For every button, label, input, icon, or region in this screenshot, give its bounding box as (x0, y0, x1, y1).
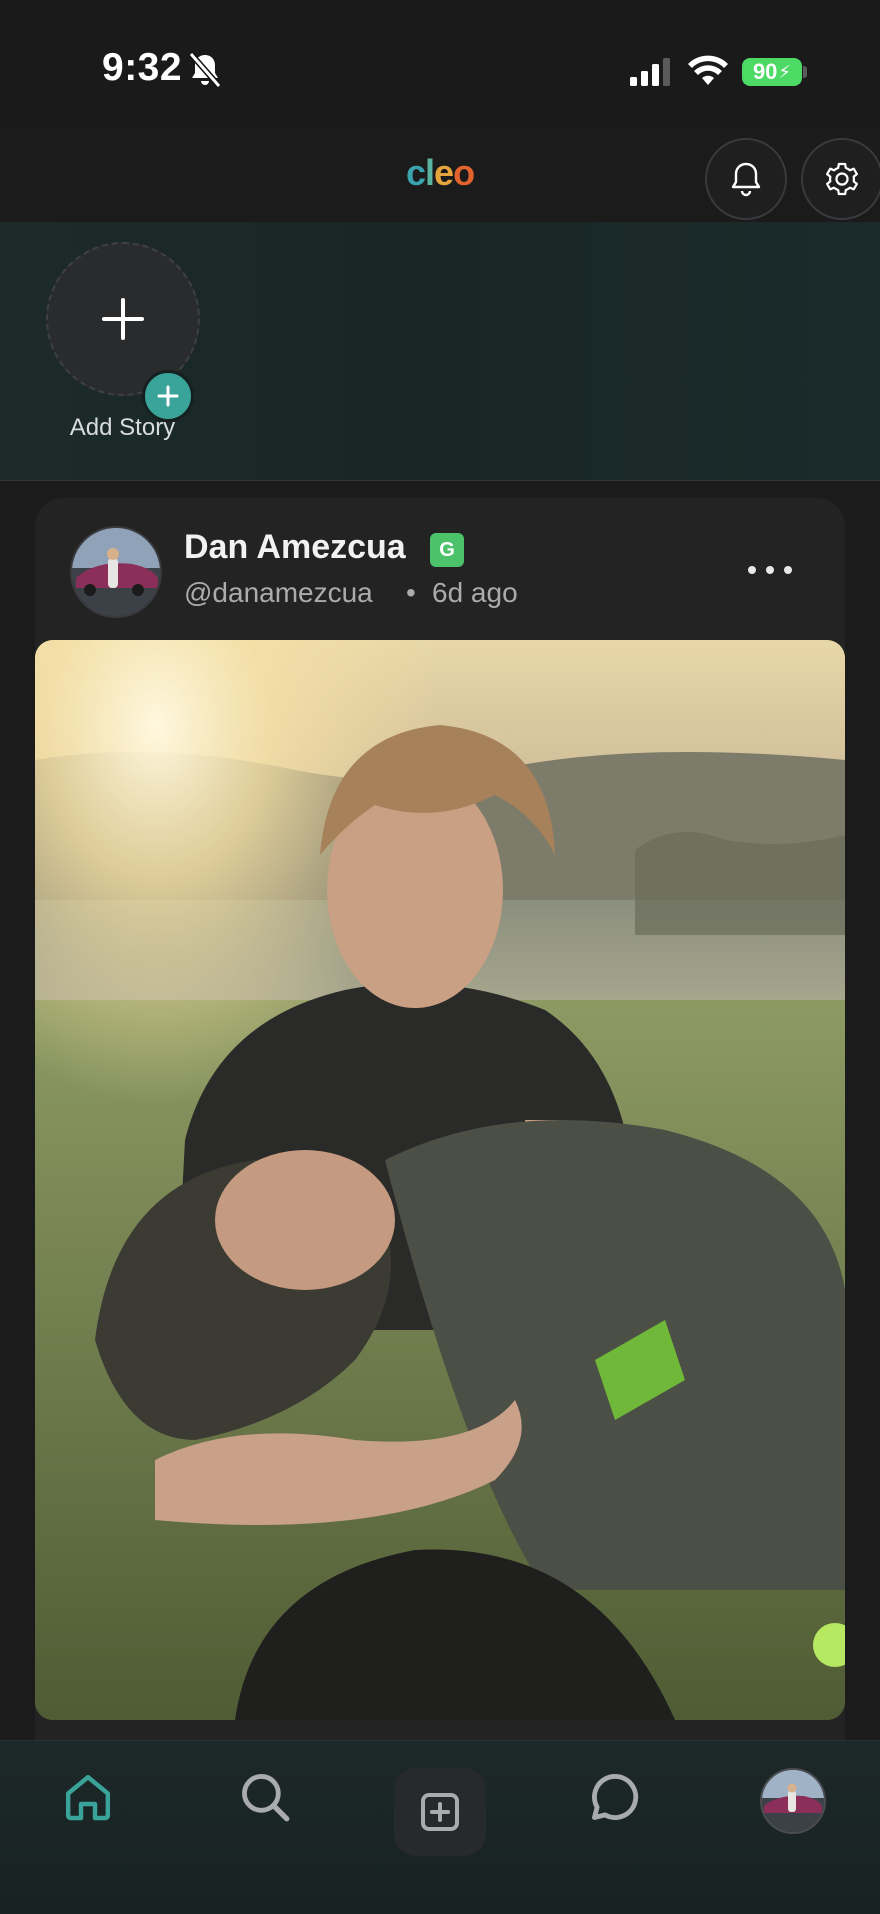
status-time: 9:32 (102, 46, 183, 89)
profile-avatar (762, 1770, 824, 1832)
plus-icon (157, 385, 179, 407)
tab-search[interactable] (230, 1762, 300, 1832)
cellular-signal-icon (630, 58, 670, 86)
post-more-button[interactable] (748, 552, 792, 588)
status-bar: 9:32 90 ⚡ (0, 0, 880, 130)
author-handle[interactable]: @danamezcua (184, 577, 373, 609)
dot (766, 566, 774, 574)
tab-create[interactable] (394, 1768, 486, 1856)
tab-messages[interactable] (580, 1762, 650, 1832)
tab-profile[interactable] (760, 1768, 826, 1834)
battery-charging-icon: 90 ⚡ (742, 58, 802, 86)
post-photo (35, 640, 845, 1720)
search-icon (242, 1774, 290, 1822)
chat-bubble-icon (592, 1774, 639, 1820)
home-icon (65, 1774, 111, 1821)
post-timestamp: 6d ago (432, 577, 518, 608)
tab-home[interactable] (53, 1762, 123, 1832)
gear-icon (826, 162, 858, 196)
dot (784, 566, 792, 574)
plus-icon (102, 298, 144, 340)
settings-button[interactable] (801, 138, 880, 220)
bell-icon (731, 162, 761, 197)
add-story-label: Add Story (69, 414, 176, 441)
notifications-button[interactable] (705, 138, 787, 220)
author-avatar[interactable] (70, 526, 162, 618)
battery-level: 90 (752, 59, 778, 84)
author-name[interactable]: Dan Amezcua (184, 528, 406, 567)
author-badge: G (430, 533, 464, 567)
battery-tip (803, 66, 807, 78)
avatar-image (72, 528, 160, 616)
wifi-icon (688, 55, 728, 85)
dot (748, 566, 756, 574)
app-logo: cleo (406, 152, 475, 193)
post-image[interactable] (35, 640, 845, 1720)
plus-square-icon (421, 1793, 459, 1831)
bell-slash-icon (188, 52, 222, 88)
meta-separator: • (406, 577, 416, 608)
